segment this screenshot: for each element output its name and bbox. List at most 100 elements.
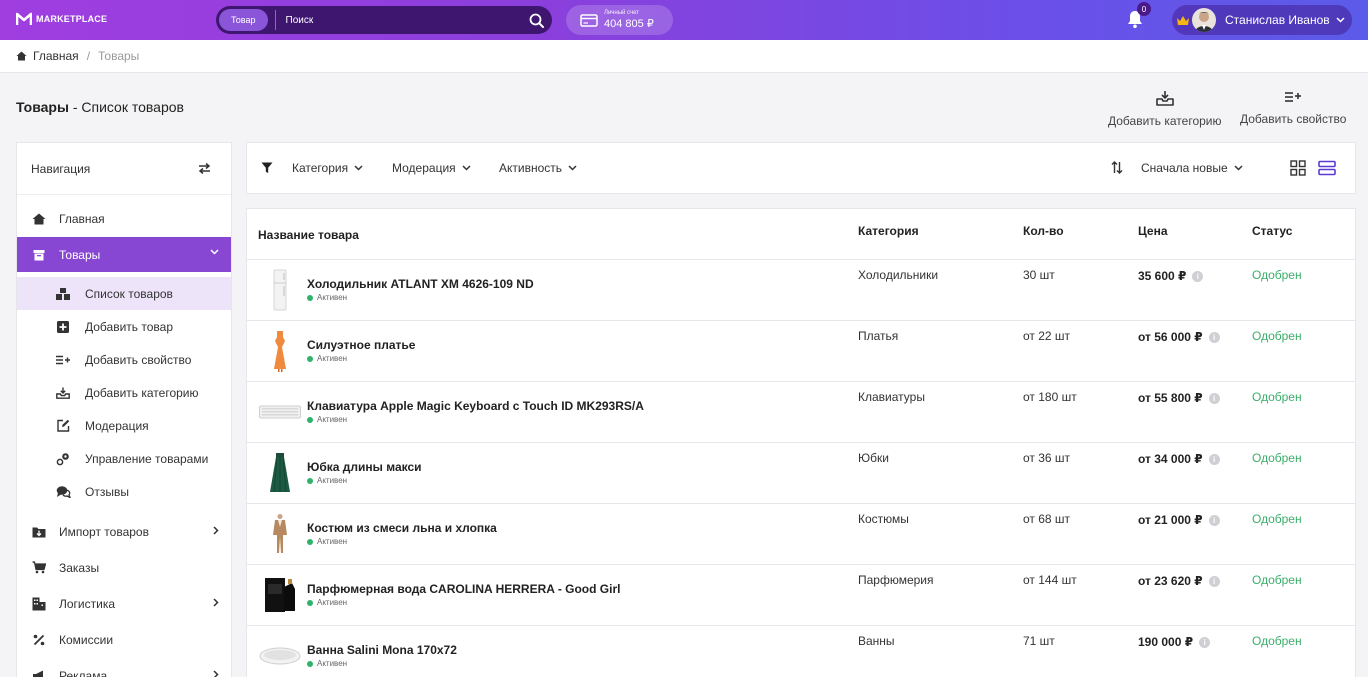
- info-icon[interactable]: i: [1208, 575, 1220, 587]
- search-input[interactable]: [285, 14, 522, 26]
- sidebar-item-products[interactable]: Товары: [17, 237, 231, 272]
- product-name[interactable]: Холодильник ATLANT ХМ 4626-109 ND: [307, 277, 534, 291]
- product-name[interactable]: Парфюмерная вода CAROLINA HERRERA - Good…: [307, 582, 620, 596]
- table-row[interactable]: Силуэтное платье Активен Платья от 22 шт…: [247, 320, 1355, 381]
- breadcrumb-current: Товары: [98, 49, 140, 63]
- breadcrumb-home-link[interactable]: Главная: [33, 49, 79, 63]
- info-icon[interactable]: i: [1208, 514, 1220, 526]
- product-price-value: от 56 000 ₽: [1138, 330, 1203, 344]
- search-scope-button[interactable]: Товар: [219, 9, 268, 31]
- page-title-subtitle: - Список товаров: [68, 99, 184, 115]
- sidebar-subitem-moderation[interactable]: Модерация: [17, 409, 231, 442]
- add-category-label: Добавить категорию: [1108, 114, 1222, 128]
- table-row[interactable]: Клавиатура Apple Magic Keyboard с Touch …: [247, 381, 1355, 442]
- sidebar-item-commissions[interactable]: Комиссии: [17, 622, 231, 657]
- product-name[interactable]: Юбка длины макси: [307, 460, 422, 474]
- sidebar-subitem-label: Список товаров: [85, 286, 173, 301]
- product-moderation-status: Одобрен: [1252, 634, 1302, 648]
- grid-view-icon[interactable]: [1290, 160, 1306, 176]
- logo[interactable]: MARKETPLACE: [16, 12, 107, 26]
- info-icon[interactable]: i: [1208, 392, 1220, 404]
- column-header-qty[interactable]: Кол-во: [1023, 224, 1064, 238]
- sidebar-item-import[interactable]: Импорт товаров: [17, 514, 231, 549]
- table-row[interactable]: Юбка длины макси Активен Юбки от 36 шт о…: [247, 442, 1355, 503]
- sidebar-subitem-manage-products[interactable]: Управление товарами: [17, 442, 231, 475]
- percent-icon: [31, 632, 47, 648]
- user-menu[interactable]: Станислав Иванов: [1172, 5, 1352, 35]
- sidebar-item-logistics[interactable]: Логистика: [17, 586, 231, 621]
- filter-activity-dropdown[interactable]: Активность: [499, 161, 577, 175]
- product-active-status: Активен: [307, 415, 347, 424]
- sidebar-subitem-add-category[interactable]: Добавить категорию: [17, 376, 231, 409]
- list-view-icon[interactable]: [1318, 160, 1336, 176]
- product-image-skirt: [259, 451, 301, 495]
- box-icon: [31, 247, 47, 263]
- product-active-status: Активен: [307, 598, 347, 607]
- product-name[interactable]: Ванна Salini Mona 170x72: [307, 643, 457, 657]
- table-row[interactable]: Холодильник ATLANT ХМ 4626-109 ND Активе…: [247, 259, 1355, 320]
- product-category: Юбки: [858, 451, 889, 465]
- add-category-button[interactable]: Добавить категорию: [1108, 90, 1222, 128]
- filter-category-dropdown[interactable]: Категория: [292, 161, 363, 175]
- column-header-name[interactable]: Название товара: [258, 228, 359, 242]
- products-table: Название товара Категория Кол-во Цена Ст…: [246, 208, 1356, 677]
- table-row[interactable]: Костюм из смеси льна и хлопка Активен Ко…: [247, 503, 1355, 564]
- sidebar-subitem-add-property[interactable]: Добавить свойство: [17, 343, 231, 376]
- product-category: Холодильники: [858, 268, 939, 282]
- column-header-status[interactable]: Статус: [1252, 224, 1292, 238]
- product-moderation-status: Одобрен: [1252, 512, 1302, 526]
- product-moderation-status: Одобрен: [1252, 268, 1302, 282]
- sidebar-subitem-label: Добавить категорию: [85, 385, 199, 400]
- sort-icon[interactable]: [1111, 161, 1123, 174]
- sidebar-item-home[interactable]: Главная: [17, 201, 231, 236]
- info-icon[interactable]: i: [1208, 331, 1220, 343]
- list-plus-icon: [55, 352, 71, 368]
- info-icon[interactable]: i: [1208, 453, 1220, 465]
- sidebar: Навигация Главная Товары Список товаров …: [16, 142, 232, 677]
- chevron-down-icon: [354, 165, 363, 171]
- product-name[interactable]: Силуэтное платье: [307, 338, 415, 352]
- info-icon[interactable]: i: [1192, 270, 1204, 282]
- table-row[interactable]: Парфюмерная вода CAROLINA HERRERA - Good…: [247, 564, 1355, 625]
- sidebar-title: Навигация: [31, 161, 91, 176]
- logo-text: MARKETPLACE: [36, 14, 108, 24]
- sidebar-item-ads[interactable]: Реклама: [17, 658, 231, 677]
- sidebar-subitem-add-product[interactable]: Добавить товар: [17, 310, 231, 343]
- product-category: Клавиатуры: [858, 390, 925, 404]
- page-title-section: Товары: [16, 99, 69, 115]
- megaphone-icon: [31, 668, 47, 677]
- filter-category-label: Категория: [292, 161, 349, 175]
- sort-dropdown[interactable]: Сначала новые: [1141, 161, 1243, 175]
- sort-label: Сначала новые: [1141, 161, 1228, 175]
- product-image-perfume: [259, 573, 301, 617]
- info-icon[interactable]: i: [1199, 636, 1211, 648]
- product-state: Активен: [317, 354, 348, 363]
- product-price-value: от 55 800 ₽: [1138, 391, 1203, 405]
- product-moderation-status: Одобрен: [1252, 451, 1302, 465]
- home-icon: [31, 211, 47, 227]
- card-icon: [580, 13, 598, 27]
- account-balance[interactable]: Личный счет 404 805 ₽: [566, 5, 673, 35]
- column-header-category[interactable]: Категория: [858, 224, 919, 238]
- search-button[interactable]: [522, 6, 550, 34]
- cart-icon: [31, 560, 47, 576]
- sidebar-item-orders[interactable]: Заказы: [17, 550, 231, 585]
- filter-moderation-dropdown[interactable]: Модерация: [392, 161, 471, 175]
- status-dot: [307, 294, 313, 301]
- product-price: от 55 800 ₽ i: [1138, 391, 1220, 405]
- swap-icon[interactable]: [198, 163, 211, 174]
- table-row[interactable]: Ванна Salini Mona 170x72 Активен Ванны 7…: [247, 625, 1355, 677]
- search-icon: [529, 13, 544, 28]
- sidebar-subitem-product-list[interactable]: Список товаров: [17, 277, 231, 310]
- product-name[interactable]: Костюм из смеси льна и хлопка: [307, 521, 497, 535]
- tray-download-icon: [1155, 91, 1174, 106]
- notifications-button[interactable]: 0: [1126, 2, 1151, 31]
- column-header-price[interactable]: Цена: [1138, 224, 1168, 238]
- status-dot: [307, 355, 313, 362]
- chevron-down-icon: [462, 165, 471, 171]
- product-price-value: 190 000 ₽: [1138, 635, 1194, 649]
- filter-icon[interactable]: [261, 162, 273, 174]
- add-property-button[interactable]: Добавить свойство: [1240, 90, 1346, 126]
- product-name[interactable]: Клавиатура Apple Magic Keyboard с Touch …: [307, 399, 644, 413]
- sidebar-subitem-reviews[interactable]: Отзывы: [17, 475, 231, 508]
